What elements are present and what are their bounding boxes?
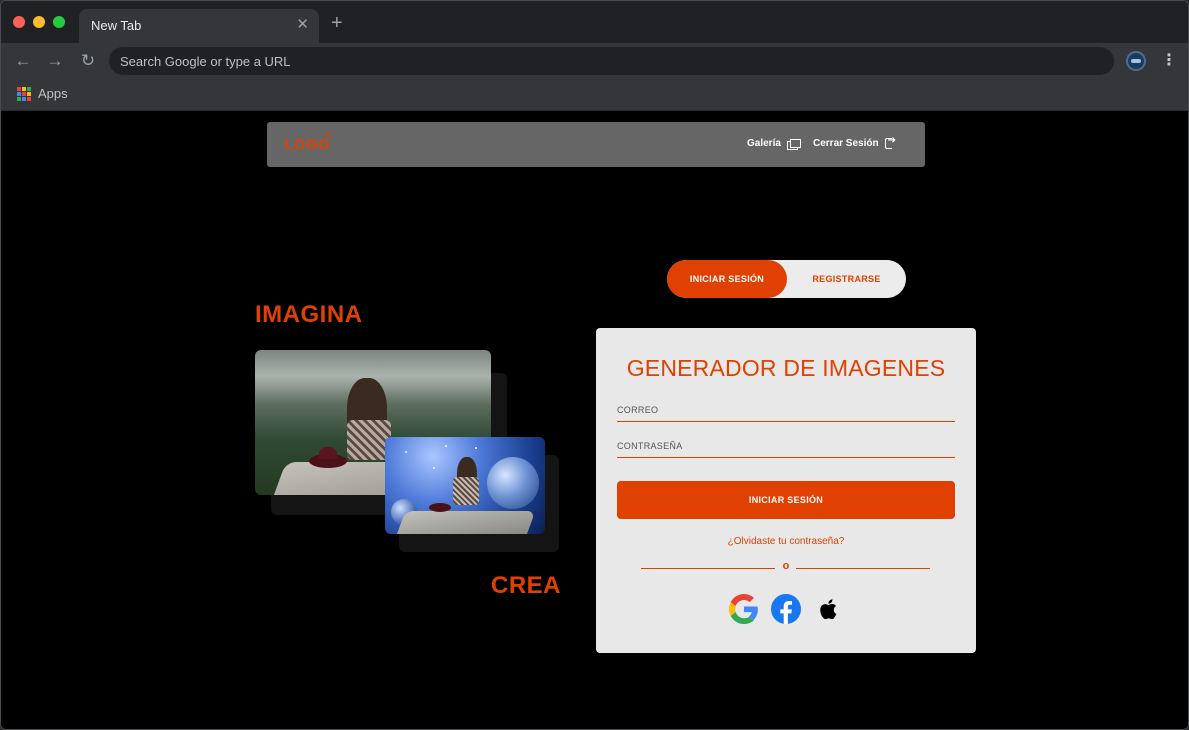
tab-login[interactable]: INICIAR SESIÓN: [667, 260, 787, 298]
back-arrow-icon[interactable]: ←: [12, 51, 34, 71]
maximize-window-button[interactable]: [53, 16, 65, 28]
bookmarks-bar: Apps: [1, 79, 1188, 111]
browser-menu-icon[interactable]: ⋮: [1161, 51, 1177, 71]
planet-shape: [487, 457, 539, 509]
star-dot: [433, 467, 435, 469]
star-dot: [405, 451, 407, 453]
apps-grid-icon[interactable]: [17, 87, 31, 101]
email-field: [617, 400, 955, 422]
hero-photo-generated: [385, 437, 545, 534]
hat-shape: [309, 447, 347, 468]
email-input[interactable]: [617, 400, 955, 420]
divider-line: [796, 568, 930, 569]
gallery-link-label: Galería: [747, 138, 781, 149]
hero-word-crea: CREA: [491, 572, 562, 599]
password-field: [617, 436, 955, 458]
reload-icon[interactable]: ↻: [77, 51, 99, 71]
site-logo[interactable]: LOGO: [284, 136, 330, 153]
tab-register[interactable]: REGISTRARSE: [787, 260, 906, 298]
browser-toolbar: ← → ↻ Search Google or type a URL ⋮: [1, 43, 1188, 79]
tab-bar: New Tab ✕ +: [1, 1, 1188, 43]
new-tab-button[interactable]: +: [331, 13, 343, 33]
minimize-window-button[interactable]: [33, 16, 45, 28]
address-bar[interactable]: Search Google or type a URL: [109, 47, 1114, 75]
hero-word-imagina: IMAGINA: [255, 301, 363, 328]
logout-link-label: Cerrar Sesión: [813, 138, 879, 149]
star-dot: [475, 447, 477, 449]
hat-shape: [429, 503, 451, 512]
profile-avatar-icon[interactable]: [1126, 51, 1146, 71]
forgot-password-link[interactable]: ¿Olvidaste tu contraseña?: [596, 536, 976, 547]
auth-toggle: INICIAR SESIÓN REGISTRARSE: [667, 260, 906, 298]
address-bar-placeholder: Search Google or type a URL: [120, 54, 291, 69]
google-icon[interactable]: [729, 594, 759, 624]
login-card: GENERADOR DE IMAGENES INICIAR SESIÓN ¿Ol…: [596, 328, 976, 653]
divider-or: o: [782, 560, 790, 572]
gallery-link[interactable]: Galería: [747, 138, 801, 150]
divider-line: [641, 568, 775, 569]
logout-icon: [884, 135, 898, 149]
tab-new-tab[interactable]: New Tab ✕: [79, 9, 319, 43]
logout-link[interactable]: Cerrar Sesión: [813, 135, 898, 149]
login-card-title: GENERADOR DE IMAGENES: [626, 355, 946, 381]
tab-title: New Tab: [91, 18, 142, 33]
facebook-icon[interactable]: [771, 594, 801, 624]
login-submit-button[interactable]: INICIAR SESIÓN: [617, 481, 955, 519]
apps-bookmark[interactable]: Apps: [38, 86, 68, 101]
forward-arrow-icon[interactable]: →: [44, 51, 66, 71]
web-page: LOGO Galería Cerrar Sesión IMAGINA: [1, 111, 1188, 729]
star-dot: [445, 445, 447, 447]
site-header: LOGO Galería Cerrar Sesión: [267, 122, 925, 167]
person-shirt: [453, 477, 479, 505]
close-window-button[interactable]: [13, 16, 25, 28]
browser-window: New Tab ✕ + ← → ↻ Search Google or type …: [0, 0, 1189, 730]
apple-icon[interactable]: [813, 594, 843, 624]
gallery-icon: [786, 138, 801, 150]
logo-mark-icon: [326, 132, 331, 137]
tab-close-icon[interactable]: ✕: [296, 17, 309, 33]
rock-shape: [392, 511, 536, 534]
password-input[interactable]: [617, 436, 955, 456]
